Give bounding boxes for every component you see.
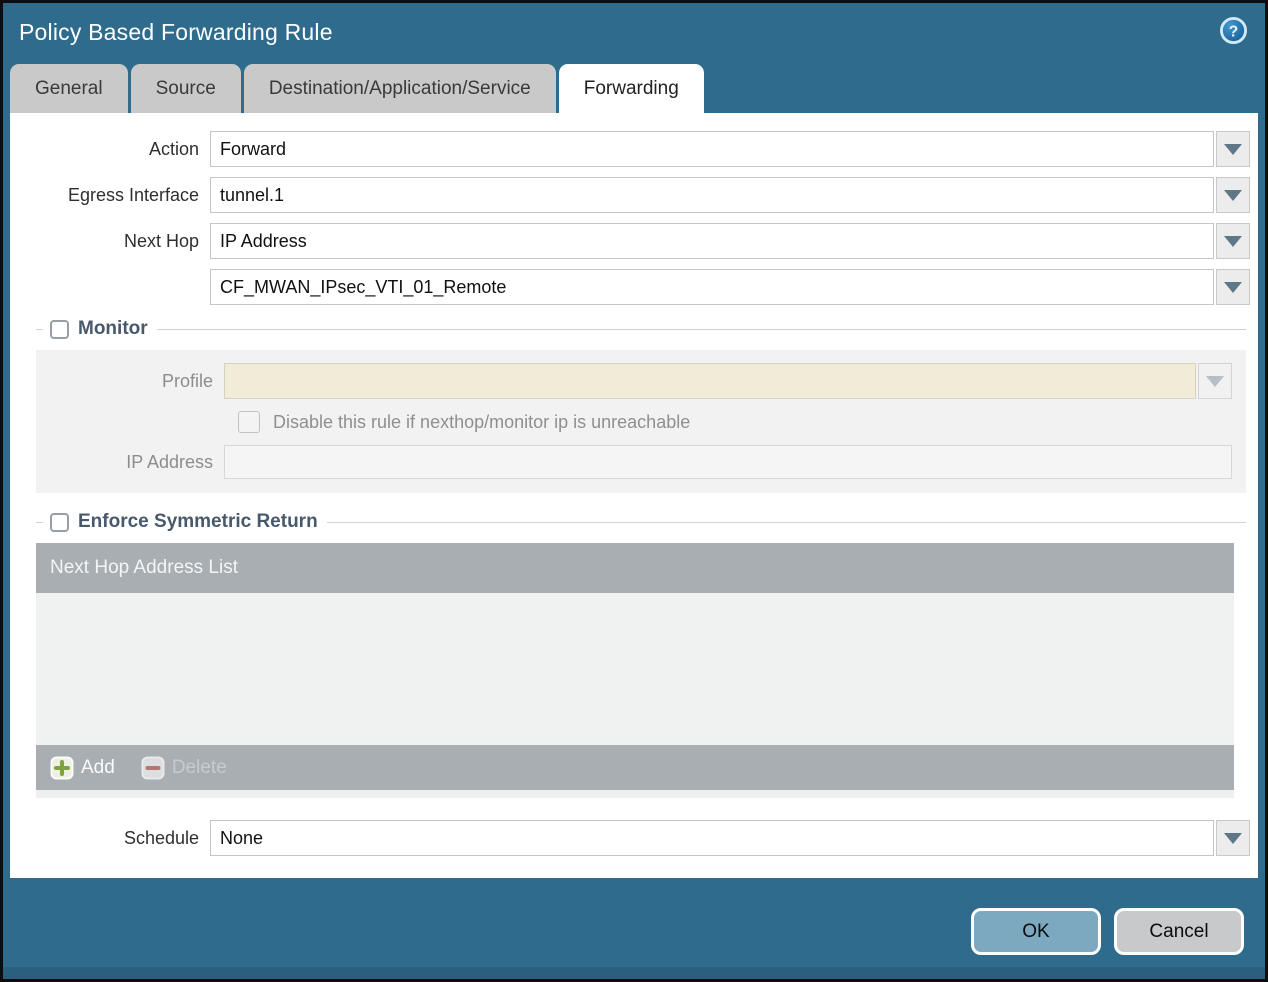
help-glyph: ?	[1229, 23, 1238, 40]
egress-interface-value[interactable]: tunnel.1	[210, 177, 1214, 213]
forwarding-tab-panel: Action Forward Egress Interface tunnel.1…	[10, 113, 1258, 878]
profile-combo	[224, 363, 1232, 399]
monitor-checkbox[interactable]	[50, 319, 69, 339]
tab-general[interactable]: General	[10, 64, 128, 113]
next-hop-address-list-toolbar: Add Delete	[36, 745, 1234, 790]
next-hop-type-value[interactable]: IP Address	[210, 223, 1214, 259]
cancel-button[interactable]: Cancel	[1114, 908, 1244, 955]
monitor-ip-address-row: IP Address	[36, 445, 1232, 479]
chevron-down-icon	[1224, 189, 1242, 201]
delete-button[interactable]: Delete	[141, 756, 227, 780]
tab-destination-application-service[interactable]: Destination/Application/Service	[243, 64, 556, 113]
enforce-symmetric-return-fieldset: Enforce Symmetric Return Next Hop Addres…	[36, 509, 1246, 798]
egress-interface-label: Egress Interface	[67, 184, 199, 205]
next-hop-label: Next Hop	[123, 230, 199, 251]
chevron-down-icon	[1224, 235, 1242, 247]
monitor-body: Profile Disable this rule if nexthop/mon…	[36, 350, 1246, 493]
tab-source[interactable]: Source	[130, 64, 241, 113]
next-hop-address-list-column-header[interactable]: Next Hop Address List	[36, 543, 1234, 593]
delete-button-label: Delete	[171, 756, 227, 778]
next-hop-row: Next Hop IP Address	[10, 223, 1250, 259]
next-hop-address-list-body[interactable]	[36, 593, 1234, 745]
dialog-titlebar: Policy Based Forwarding Rule ?	[3, 3, 1265, 61]
disable-rule-checkbox[interactable]	[238, 411, 260, 433]
next-hop-type-dropdown-button[interactable]	[1216, 223, 1250, 259]
chevron-down-icon	[1224, 143, 1242, 155]
action-combo: Forward	[210, 131, 1250, 167]
schedule-dropdown-button[interactable]	[1216, 820, 1250, 856]
table-bottom-strip	[36, 790, 1234, 798]
ok-button[interactable]: OK	[971, 908, 1101, 955]
next-hop-address-combo: CF_MWAN_IPsec_VTI_01_Remote	[210, 269, 1250, 305]
add-button[interactable]: Add	[50, 756, 115, 780]
dialog-title: Policy Based Forwarding Rule	[19, 19, 333, 45]
dialog-bottom-edge	[3, 967, 1265, 979]
profile-label: Profile	[161, 370, 213, 391]
next-hop-address-value[interactable]: CF_MWAN_IPsec_VTI_01_Remote	[210, 269, 1214, 305]
egress-interface-combo: tunnel.1	[210, 177, 1250, 213]
help-icon[interactable]: ?	[1219, 16, 1248, 45]
action-value[interactable]: Forward	[210, 131, 1214, 167]
schedule-combo: None	[210, 820, 1250, 856]
tab-bar: General Source Destination/Application/S…	[10, 61, 1265, 113]
next-hop-type-combo: IP Address	[210, 223, 1250, 259]
chevron-down-icon	[1224, 832, 1242, 844]
action-label: Action	[148, 138, 199, 159]
monitor-legend: Monitor	[36, 316, 1246, 342]
add-button-label: Add	[81, 756, 115, 778]
next-hop-address-row: CF_MWAN_IPsec_VTI_01_Remote	[10, 269, 1250, 305]
monitor-ip-address-input[interactable]	[224, 445, 1232, 479]
minus-icon	[141, 756, 165, 779]
profile-row: Profile	[36, 363, 1232, 399]
disable-rule-label: Disable this rule if nexthop/monitor ip …	[273, 411, 691, 432]
tab-forwarding[interactable]: Forwarding	[558, 64, 704, 113]
egress-interface-row: Egress Interface tunnel.1	[10, 177, 1250, 213]
next-hop-address-dropdown-button[interactable]	[1216, 269, 1250, 305]
policy-based-forwarding-rule-dialog: Policy Based Forwarding Rule ? General S…	[0, 0, 1268, 982]
disable-rule-row: Disable this rule if nexthop/monitor ip …	[238, 411, 1236, 433]
enforce-symmetric-return-legend-label: Enforce Symmetric Return	[78, 511, 318, 532]
action-dropdown-button[interactable]	[1216, 131, 1250, 167]
enforce-symmetric-return-legend: Enforce Symmetric Return	[36, 509, 1246, 535]
schedule-row: Schedule None	[10, 820, 1250, 856]
monitor-legend-label: Monitor	[78, 318, 148, 339]
schedule-label: Schedule	[123, 827, 199, 848]
chevron-down-icon	[1224, 281, 1242, 293]
enforce-symmetric-return-checkbox[interactable]	[50, 512, 69, 532]
egress-interface-dropdown-button[interactable]	[1216, 177, 1250, 213]
monitor-fieldset: Monitor Profile Disable this rule if nex…	[36, 316, 1246, 493]
chevron-down-icon	[1206, 375, 1224, 387]
action-row: Action Forward	[10, 131, 1250, 167]
dialog-footer: OK Cancel	[3, 878, 1265, 979]
next-hop-address-list-table: Next Hop Address List Add Delete	[36, 543, 1234, 798]
profile-dropdown-button[interactable]	[1198, 363, 1232, 399]
schedule-value[interactable]: None	[210, 820, 1214, 856]
plus-icon	[50, 756, 74, 779]
monitor-ip-address-label: IP Address	[126, 451, 213, 472]
profile-value[interactable]	[224, 363, 1196, 399]
